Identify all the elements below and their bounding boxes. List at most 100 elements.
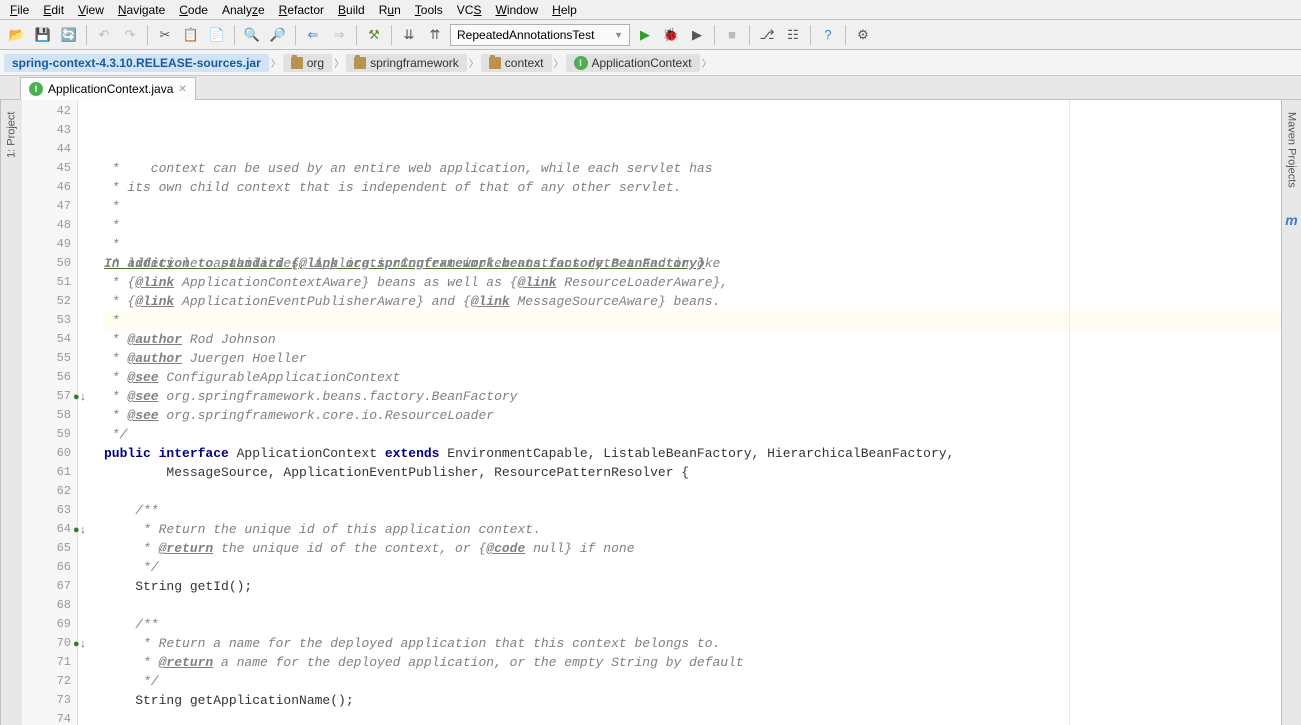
gutter-override-marker[interactable]: 70●↓ <box>24 634 71 653</box>
code-line[interactable]: String getId(); <box>104 577 1281 596</box>
menu-vcs[interactable]: VCS <box>451 2 488 18</box>
menu-analyze[interactable]: Analyze <box>216 2 271 18</box>
code-line[interactable]: * In addition to standard {@link org.spr… <box>104 235 1281 254</box>
code-line[interactable] <box>104 596 1281 615</box>
menu-edit[interactable]: Edit <box>37 2 70 18</box>
menu-bar: File Edit View Navigate Code Analyze Ref… <box>0 0 1301 20</box>
structure-icon[interactable]: ☷ <box>782 24 804 46</box>
code-line[interactable]: */ <box>104 672 1281 691</box>
menu-tools[interactable]: Tools <box>409 2 449 18</box>
debug-icon[interactable]: 🐞 <box>660 24 682 46</box>
chevron-right-icon: 〉 <box>701 55 713 70</box>
redo-icon[interactable]: ↷ <box>119 24 141 46</box>
build-icon[interactable]: ⚒ <box>363 24 385 46</box>
folder-icon <box>489 57 501 69</box>
toolbar: 📂 💾 🔄 ↶ ↷ ✂ 📋 📄 🔍 🔎 ⇐ ⇒ ⚒ ⇊ ⇈ RepeatedAn… <box>0 20 1301 50</box>
menu-run[interactable]: Run <box>373 2 407 18</box>
breadcrumb-org[interactable]: org <box>283 54 332 72</box>
stop-icon[interactable]: ■ <box>721 24 743 46</box>
menu-view[interactable]: View <box>72 2 110 18</box>
code-line[interactable]: public interface ApplicationContext exte… <box>104 444 1281 463</box>
code-line[interactable]: * lifecycle capabilities, ApplicationCon… <box>104 254 1281 273</box>
help-icon[interactable]: ? <box>817 24 839 46</box>
editor-tabs: I ApplicationContext.java ✕ <box>0 76 1301 100</box>
menu-code[interactable]: Code <box>173 2 214 18</box>
code-line[interactable]: * @author Rod Johnson <box>104 330 1281 349</box>
close-icon[interactable]: ✕ <box>178 84 186 95</box>
undo-icon[interactable]: ↶ <box>93 24 115 46</box>
line-gutter: 42434445464748495051525354555657●↓585960… <box>22 100 78 725</box>
breadcrumb: spring-context-4.3.10.RELEASE-sources.ja… <box>0 50 1301 76</box>
cut-icon[interactable]: ✂ <box>154 24 176 46</box>
code-line[interactable]: * @see org.springframework.beans.factory… <box>104 387 1281 406</box>
chevron-down-icon: ▼ <box>614 30 623 40</box>
breadcrumb-class[interactable]: IApplicationContext <box>566 54 700 72</box>
right-margin-guide <box>1069 100 1070 725</box>
code-line[interactable]: * @return the unique id of the context, … <box>104 539 1281 558</box>
back-icon[interactable]: ⇐ <box>302 24 324 46</box>
interface-icon: I <box>29 82 43 96</box>
menu-window[interactable]: Window <box>489 2 544 18</box>
gutter-override-marker[interactable]: 57●↓ <box>24 387 71 406</box>
code-line[interactable] <box>104 710 1281 725</box>
left-tool-stripe: 1: Project <box>0 100 22 725</box>
tab-label: ApplicationContext.java <box>48 82 173 96</box>
folder-icon <box>354 57 366 69</box>
forward-icon[interactable]: ⇒ <box>328 24 350 46</box>
save-icon[interactable]: 💾 <box>32 24 54 46</box>
code-line[interactable]: MessageSource, ApplicationEventPublisher… <box>104 463 1281 482</box>
toggleup-icon[interactable]: ⇈ <box>424 24 446 46</box>
code-line[interactable] <box>104 482 1281 501</box>
code-line[interactable]: * context can be used by an entire web a… <box>104 159 1281 178</box>
maven-m-icon[interactable]: m <box>1285 212 1297 228</box>
code-line[interactable]: * {@link ApplicationContextAware} beans … <box>104 273 1281 292</box>
gutter-override-marker[interactable]: 64●↓ <box>24 520 71 539</box>
toggledown-icon[interactable]: ⇊ <box>398 24 420 46</box>
chevron-right-icon: 〉 <box>333 55 345 70</box>
maven-icon[interactable]: ⚙ <box>852 24 874 46</box>
menu-help[interactable]: Help <box>546 2 583 18</box>
coverage-icon[interactable]: ▶ <box>686 24 708 46</box>
paste-icon[interactable]: 📄 <box>206 24 228 46</box>
tool-maven[interactable]: Maven Projects <box>1284 108 1300 192</box>
breadcrumb-springframework[interactable]: springframework <box>346 54 467 72</box>
run-icon[interactable]: ▶ <box>634 24 656 46</box>
menu-navigate[interactable]: Navigate <box>112 2 171 18</box>
code-line[interactable]: * Return the unique id of this applicati… <box>104 520 1281 539</box>
run-config-dropdown[interactable]: RepeatedAnnotationsTest ▼ <box>450 24 630 46</box>
code-line[interactable]: * @see org.springframework.core.io.Resou… <box>104 406 1281 425</box>
tool-project[interactable]: 1: Project <box>4 108 20 162</box>
code-line[interactable]: */ <box>104 558 1281 577</box>
code-line[interactable]: * its own child context that is independ… <box>104 178 1281 197</box>
code-area[interactable]: * context can be used by an entire web a… <box>78 100 1281 725</box>
vcs-icon[interactable]: ⎇ <box>756 24 778 46</box>
code-line[interactable]: * {@link ApplicationEventPublisherAware}… <box>104 292 1281 311</box>
menu-file[interactable]: File <box>4 2 35 18</box>
code-line[interactable]: * @return a name for the deployed applic… <box>104 653 1281 672</box>
folder-icon <box>291 57 303 69</box>
interface-icon: I <box>574 56 588 70</box>
copy-icon[interactable]: 📋 <box>180 24 202 46</box>
code-line[interactable]: * Return a name for the deployed applica… <box>104 634 1281 653</box>
replace-icon[interactable]: 🔎 <box>267 24 289 46</box>
breadcrumb-context[interactable]: context <box>481 54 552 72</box>
open-icon[interactable]: 📂 <box>6 24 28 46</box>
find-icon[interactable]: 🔍 <box>241 24 263 46</box>
right-tool-stripe: Maven Projects m <box>1281 100 1301 725</box>
code-line[interactable]: * <box>104 216 1281 235</box>
refresh-icon[interactable]: 🔄 <box>58 24 80 46</box>
code-line[interactable]: */ <box>104 425 1281 444</box>
code-line[interactable]: String getApplicationName(); <box>104 691 1281 710</box>
breadcrumb-root[interactable]: spring-context-4.3.10.RELEASE-sources.ja… <box>4 54 269 72</box>
chevron-right-icon: 〉 <box>270 55 282 70</box>
tab-applicationcontext[interactable]: I ApplicationContext.java ✕ <box>20 77 196 100</box>
code-line[interactable]: * @see ConfigurableApplicationContext <box>104 368 1281 387</box>
code-editor[interactable]: 42434445464748495051525354555657●↓585960… <box>22 100 1281 725</box>
menu-refactor[interactable]: Refactor <box>273 2 330 18</box>
code-line[interactable]: * <box>104 197 1281 216</box>
code-line[interactable]: /** <box>104 501 1281 520</box>
code-line[interactable]: /** <box>104 615 1281 634</box>
code-line[interactable]: * @author Juergen Hoeller <box>104 349 1281 368</box>
code-line[interactable]: * <box>104 311 1281 330</box>
menu-build[interactable]: Build <box>332 2 371 18</box>
